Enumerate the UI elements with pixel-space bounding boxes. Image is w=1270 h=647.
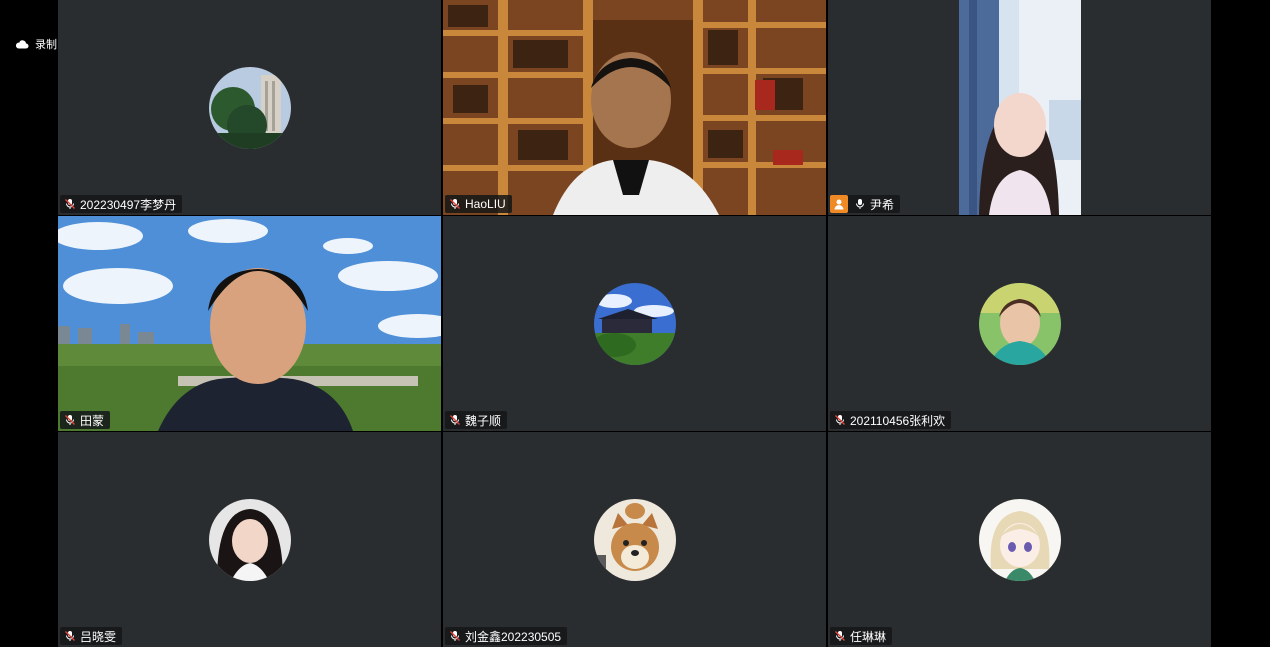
host-badge (830, 195, 848, 213)
person-icon (834, 199, 844, 210)
mic-muted-icon (65, 415, 75, 425)
participant-tile[interactable]: 刘金鑫202230505 (443, 432, 826, 647)
participant-name-label: 尹希 (830, 195, 901, 213)
participant-video (959, 0, 1081, 215)
participant-grid: 202230497李梦丹 HaoLIU 尹希 田蒙 魏子顺 202110456张… (58, 0, 1211, 647)
participant-name-label: 魏子顺 (445, 411, 508, 429)
participant-avatar (978, 282, 1061, 365)
participant-name: HaoLIU (465, 197, 506, 211)
mic-icon (856, 199, 864, 209)
mic-muted-icon (65, 631, 75, 641)
participant-tile[interactable]: 任琳琳 (828, 432, 1211, 647)
participant-name-label: 刘金鑫202230505 (445, 627, 568, 645)
participant-tile[interactable]: HaoLIU (443, 0, 826, 215)
participant-name: 田蒙 (80, 413, 105, 428)
mic-muted-icon (450, 415, 460, 425)
participant-avatar (208, 66, 291, 149)
participant-tile[interactable]: 202110456张利欢 (828, 216, 1211, 431)
participant-name: 吕晓雯 (80, 629, 117, 644)
cloud-icon (15, 40, 29, 49)
participant-name: 刘金鑫202230505 (465, 629, 562, 644)
participant-name-label: 202230497李梦丹 (60, 195, 183, 213)
participant-tile[interactable]: 尹希 (828, 0, 1211, 215)
participant-name: 尹希 (870, 197, 895, 212)
participant-name-label: 田蒙 (60, 411, 111, 429)
participant-tile[interactable]: 田蒙 (58, 216, 441, 431)
mic-muted-icon (450, 631, 460, 641)
participant-avatar (593, 282, 676, 365)
participant-avatar (593, 498, 676, 581)
mic-muted-icon (835, 631, 845, 641)
participant-video (443, 0, 826, 215)
participant-avatar (208, 498, 291, 581)
mic-muted-icon (835, 415, 845, 425)
participant-avatar (978, 498, 1061, 581)
participant-tile[interactable]: 吕晓雯 (58, 432, 441, 647)
participant-name-label: 任琳琳 (830, 627, 893, 645)
participant-name-label: 202110456张利欢 (830, 411, 952, 429)
participant-name: 魏子顺 (465, 413, 502, 428)
participant-name: 任琳琳 (850, 629, 887, 644)
mic-muted-icon (65, 199, 75, 209)
participant-name: 202110456张利欢 (850, 413, 946, 428)
participant-name: 202230497李梦丹 (80, 197, 177, 212)
mic-muted-icon (450, 199, 460, 209)
participant-tile[interactable]: 202230497李梦丹 (58, 0, 441, 215)
participant-name-label: 吕晓雯 (60, 627, 123, 645)
participant-name-label: HaoLIU (445, 195, 512, 213)
participant-tile[interactable]: 魏子顺 (443, 216, 826, 431)
participant-video (58, 216, 441, 431)
